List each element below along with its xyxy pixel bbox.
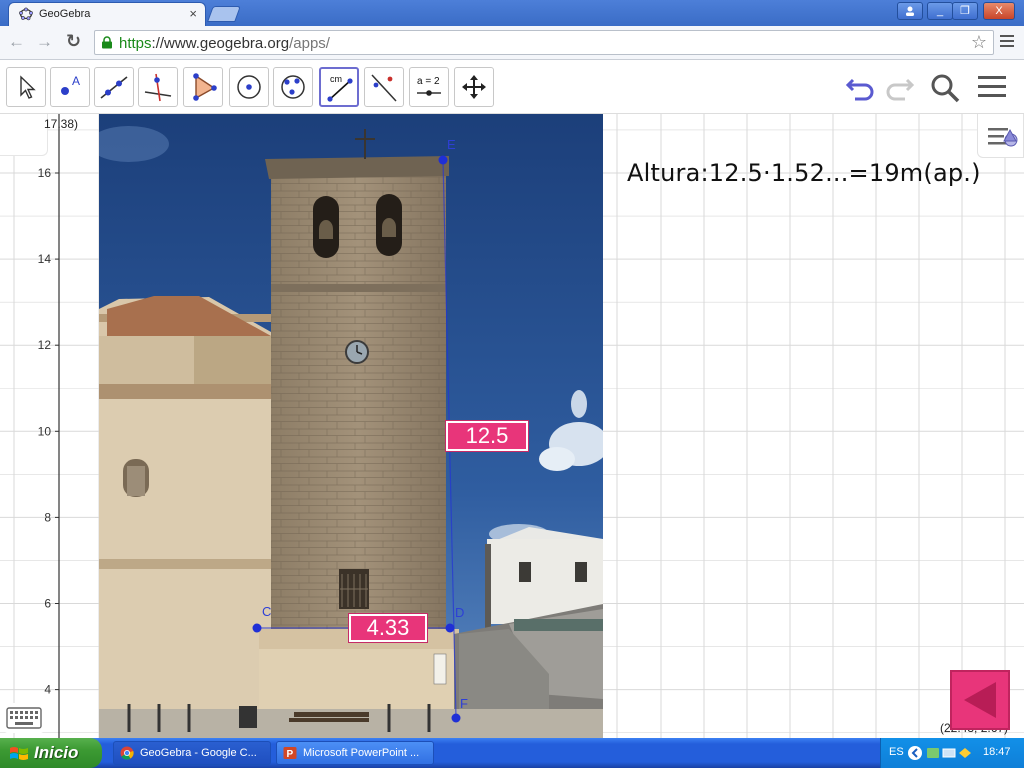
undo-icon[interactable] <box>845 72 877 102</box>
taskbar-item-chrome[interactable]: GeoGebra - Google C... <box>113 741 271 765</box>
lock-icon <box>102 36 112 49</box>
taskbar-item-label: Microsoft PowerPoint ... <box>303 747 420 759</box>
search-icon[interactable] <box>929 72 961 104</box>
top-coordinate-readout: 17.38) <box>44 117 79 131</box>
polygon-tool[interactable] <box>183 67 223 107</box>
tab-close-button[interactable]: × <box>189 6 197 21</box>
url-scheme: https <box>119 35 152 52</box>
perpendicular-line-icon <box>144 73 172 102</box>
restore-button[interactable]: ❐ <box>952 2 978 20</box>
move-tool[interactable] <box>6 67 46 107</box>
language-indicator[interactable]: ES <box>889 746 904 758</box>
move-graphics-view-tool[interactable] <box>454 67 494 107</box>
windows-taskbar: Inicio GeoGebra - Google C... P Microsof… <box>0 738 1024 768</box>
graphics-view[interactable]: 16 14 12 10 8 6 4 C D E F 12.5 4.33 Altu… <box>0 114 1024 738</box>
line-through-points-icon <box>100 76 128 99</box>
point-d[interactable] <box>445 623 455 633</box>
chrome-icon <box>120 746 134 760</box>
point-tool-label: A <box>72 74 80 88</box>
geogebra-favicon-icon <box>19 7 33 21</box>
hamburger-menu-icon[interactable] <box>976 72 1008 102</box>
user-profile-button[interactable] <box>897 2 923 20</box>
chrome-menu-icon[interactable] <box>1000 32 1014 50</box>
triangle-left-icon <box>964 682 996 718</box>
point-label-c: C <box>262 604 272 619</box>
point-f[interactable] <box>451 713 461 723</box>
point-label-d: D <box>455 605 465 620</box>
line-tool[interactable] <box>94 67 134 107</box>
circle-with-center-icon <box>237 75 261 99</box>
reflect-about-line-icon <box>371 74 397 102</box>
tray-icons[interactable] <box>907 745 977 761</box>
distance-tool[interactable]: cm <box>319 67 359 107</box>
slider-tool[interactable]: a = 2 <box>409 67 449 107</box>
virtual-keyboard-button[interactable] <box>4 703 44 733</box>
tab-title: GeoGebra <box>39 8 91 20</box>
bookmark-star-icon[interactable]: ☆ <box>971 32 987 53</box>
url-input[interactable]: https://www.geogebra.org/apps/ ☆ <box>94 30 994 55</box>
style-bar-icon <box>988 128 1018 147</box>
powerpoint-icon: P <box>283 747 297 760</box>
view-corner-panel <box>0 114 48 156</box>
forward-arrow-icon[interactable]: → <box>36 32 53 52</box>
point-label-e: E <box>447 137 456 152</box>
distance-measure-icon: cm <box>327 74 353 102</box>
start-button[interactable]: Inicio <box>0 738 102 768</box>
reload-icon[interactable]: ↻ <box>66 31 81 52</box>
point-label-f: F <box>460 696 468 711</box>
close-window-button[interactable]: X <box>983 2 1015 20</box>
point-e[interactable] <box>438 155 448 165</box>
base-measure-label[interactable]: 4.33 <box>349 614 427 642</box>
taskbar-item-label: GeoGebra - Google C... <box>140 747 257 759</box>
height-annotation-text[interactable]: Altura:12.5·1.52...=19m(ap.) <box>627 159 981 187</box>
new-tab-button[interactable] <box>207 6 241 22</box>
svg-text:P: P <box>287 749 294 760</box>
four-way-arrow-icon <box>462 75 486 99</box>
previous-slide-button[interactable] <box>950 670 1010 730</box>
height-measure-label[interactable]: 12.5 <box>446 421 528 451</box>
url-text: https://www.geogebra.org/apps/ <box>119 35 330 52</box>
geogebra-toolbar: A cm a = 2 <box>0 60 1024 114</box>
url-path: /apps/ <box>289 35 330 52</box>
circle-center-point-tool[interactable] <box>229 67 269 107</box>
slider-tool-label: a = 2 <box>417 76 440 87</box>
distance-tool-label: cm <box>330 74 342 84</box>
point-icon: A <box>61 74 80 95</box>
back-arrow-icon[interactable]: ← <box>8 32 25 52</box>
minimize-button[interactable]: _ <box>927 2 953 20</box>
perpendicular-line-tool[interactable] <box>138 67 178 107</box>
reflect-tool[interactable] <box>364 67 404 107</box>
point-c[interactable] <box>252 623 262 633</box>
style-bar-toggle-button[interactable] <box>977 114 1024 158</box>
point-tool[interactable]: A <box>50 67 90 107</box>
system-tray: ES 18:47 <box>880 738 1024 768</box>
circle-three-points-tool[interactable] <box>273 67 313 107</box>
browser-address-bar: ← → ↻ https://www.geogebra.org/apps/ ☆ <box>0 26 1024 60</box>
slider-icon: a = 2 <box>417 76 441 96</box>
polygon-icon <box>193 73 217 101</box>
circle-three-points-icon <box>281 75 305 99</box>
windows-flag-icon <box>10 747 28 760</box>
browser-tab[interactable]: GeoGebra × <box>8 2 206 26</box>
cursor-arrow-icon <box>20 75 36 99</box>
user-icon <box>906 6 914 16</box>
browser-title-bar: GeoGebra × _ ❐ X <box>0 0 1024 26</box>
taskbar-item-powerpoint[interactable]: P Microsoft PowerPoint ... <box>276 741 434 765</box>
url-host: ://www.geogebra.org <box>151 35 290 52</box>
redo-icon[interactable] <box>883 72 915 102</box>
keyboard-icon <box>6 707 42 729</box>
system-clock[interactable]: 18:47 <box>983 746 1011 758</box>
start-label: Inicio <box>34 743 79 762</box>
